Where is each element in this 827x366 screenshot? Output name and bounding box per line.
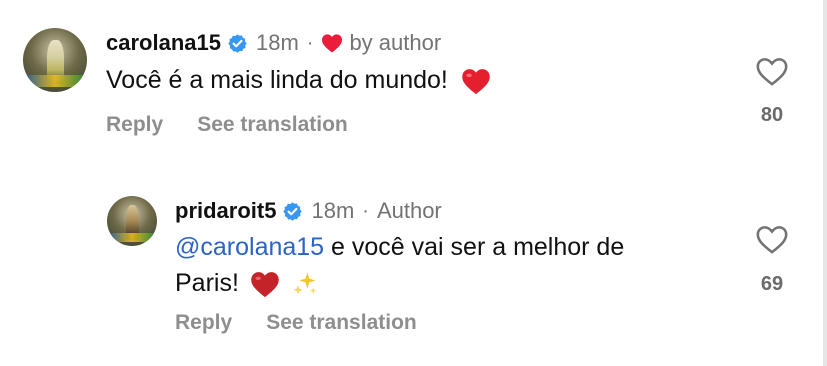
comment-header: pridaroit5 18m · Author — [175, 196, 442, 226]
timestamp: 18m — [311, 198, 355, 223]
separator-dot: · — [362, 199, 369, 222]
see-translation-button[interactable]: See translation — [266, 311, 417, 335]
avatar-pridaroit5[interactable] — [107, 196, 157, 246]
reply-text: @carolana15 e você vai ser a melhor de P… — [175, 229, 735, 301]
username[interactable]: pridaroit5 — [175, 198, 276, 224]
separator-dot: · — [306, 31, 314, 54]
comment-text-content: Você é a mais linda do mundo! — [106, 66, 448, 94]
reply-text-line2: Paris! — [175, 269, 239, 297]
avatar-carolana15[interactable] — [23, 28, 87, 92]
comment-text: Você é a mais linda do mundo! — [106, 62, 491, 98]
comment-actions: Reply See translation — [106, 113, 348, 137]
like-heart-outline-icon[interactable] — [755, 223, 789, 255]
like-count: 80 — [760, 104, 784, 126]
liked-by-author-label: by author — [349, 30, 442, 55]
see-translation-button[interactable]: See translation — [197, 113, 348, 137]
comment-header: carolana15 18m · by author — [106, 28, 441, 58]
reply-button[interactable]: Reply — [175, 311, 232, 335]
username[interactable]: carolana15 — [106, 30, 221, 56]
red-heart-emoji-icon — [462, 69, 490, 95]
verified-badge-icon — [228, 33, 247, 53]
red-heart-emoji-icon — [251, 272, 279, 298]
avatar-band — [23, 75, 87, 87]
avatar-band — [107, 233, 157, 242]
heart-icon — [322, 34, 343, 53]
verified-badge-icon — [283, 201, 303, 221]
sparkles-icon — [293, 272, 317, 295]
like-heart-outline-icon[interactable] — [755, 55, 789, 87]
author-badge: Author — [376, 198, 442, 223]
scrollbar[interactable] — [823, 0, 827, 366]
timestamp: 18m — [255, 30, 299, 55]
reply-button[interactable]: Reply — [106, 113, 163, 137]
reply-text-line1: e você vai ser a melhor de — [324, 233, 625, 261]
like-count: 69 — [760, 273, 784, 295]
mention-link[interactable]: @carolana15 — [175, 233, 324, 261]
reply-actions: Reply See translation — [175, 311, 417, 335]
